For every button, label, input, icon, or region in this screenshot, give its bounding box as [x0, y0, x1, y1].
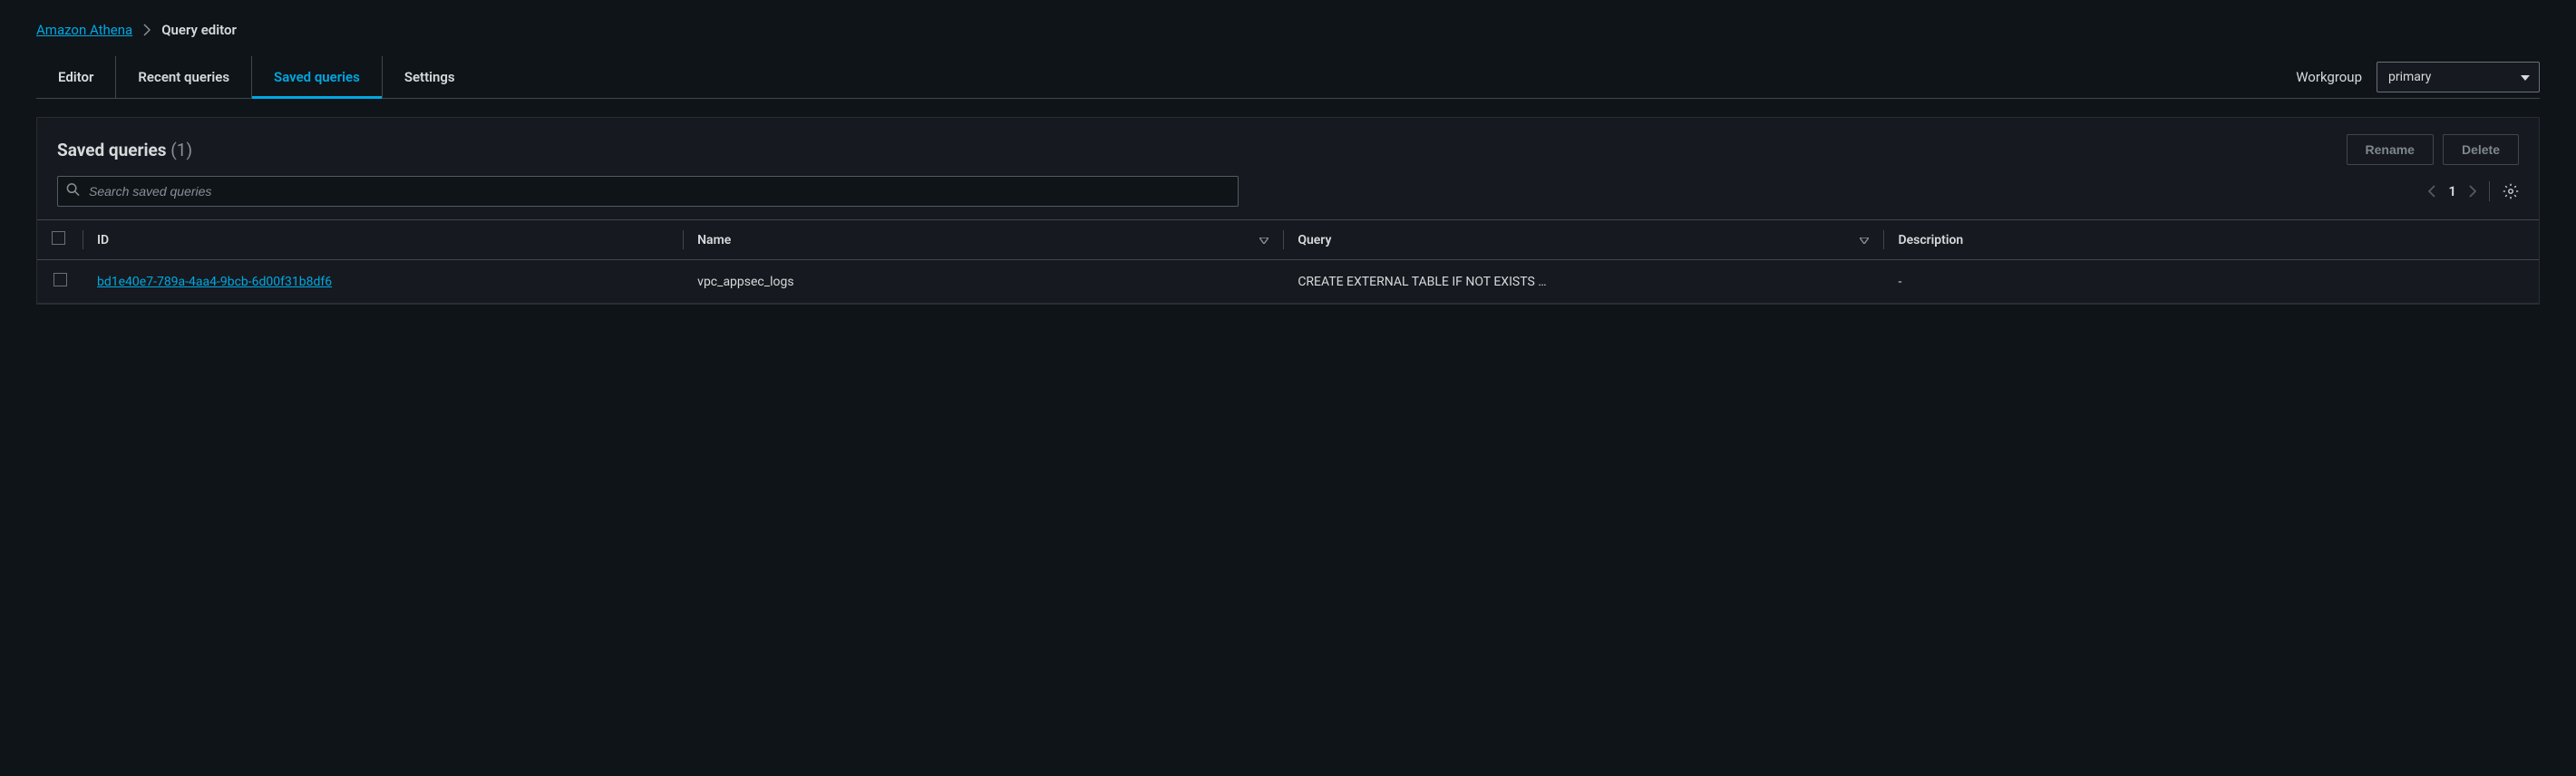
workgroup-selected-value: primary [2388, 70, 2431, 84]
tab-recent-queries[interactable]: Recent queries [116, 56, 252, 98]
delete-button[interactable]: Delete [2443, 134, 2519, 165]
tab-saved-queries[interactable]: Saved queries [252, 56, 383, 98]
tab-settings[interactable]: Settings [383, 56, 477, 98]
saved-queries-panel: Saved queries (1) Rename Delete 1 [36, 117, 2540, 305]
column-header-query[interactable]: Query [1283, 220, 1883, 260]
breadcrumb: Amazon Athena Query editor [36, 0, 2540, 56]
search-input[interactable] [57, 176, 1239, 207]
panel-title-count: (1) [170, 140, 192, 160]
pagination: 1 [2428, 181, 2519, 201]
tab-bar: Editor Recent queries Saved queries Sett… [36, 56, 2540, 99]
column-header-name[interactable]: Name [683, 220, 1283, 260]
panel-title-text: Saved queries [57, 140, 167, 160]
workgroup-select[interactable]: primary [2377, 62, 2540, 92]
column-header-description-label: Description [1898, 233, 1963, 247]
select-all-checkbox[interactable] [52, 231, 65, 245]
panel-title: Saved queries (1) [57, 140, 192, 160]
page-next-button[interactable] [2469, 185, 2476, 198]
table-row[interactable]: bd1e40e7-789a-4aa4-9bcb-6d00f31b8df6 vpc… [37, 260, 2539, 304]
column-header-query-label: Query [1298, 233, 1331, 247]
divider [2489, 181, 2490, 201]
page-number: 1 [2448, 183, 2456, 199]
column-header-id[interactable]: ID [83, 220, 683, 260]
query-name-cell: vpc_appsec_logs [683, 260, 1283, 304]
chevron-right-icon [143, 24, 151, 36]
column-header-id-label: ID [97, 233, 109, 247]
sort-icon [1860, 233, 1869, 247]
page-prev-button[interactable] [2428, 185, 2435, 198]
settings-gear-button[interactable] [2503, 183, 2519, 199]
tab-editor[interactable]: Editor [36, 56, 116, 98]
breadcrumb-current: Query editor [161, 22, 237, 38]
workgroup-label: Workgroup [2296, 69, 2362, 85]
rename-button[interactable]: Rename [2347, 134, 2434, 165]
query-id-link[interactable]: bd1e40e7-789a-4aa4-9bcb-6d00f31b8df6 [97, 275, 332, 289]
caret-down-icon [2521, 70, 2530, 84]
column-header-name-label: Name [697, 233, 731, 247]
query-description-cell: - [1883, 260, 2539, 304]
saved-queries-table: ID Name Query [37, 219, 2539, 304]
column-header-description[interactable]: Description [1883, 220, 2539, 260]
row-checkbox[interactable] [53, 273, 67, 286]
query-text-cell: CREATE EXTERNAL TABLE IF NOT EXISTS … [1283, 260, 1883, 304]
search-icon [66, 183, 80, 200]
breadcrumb-root-link[interactable]: Amazon Athena [36, 22, 132, 38]
sort-icon [1259, 233, 1269, 247]
